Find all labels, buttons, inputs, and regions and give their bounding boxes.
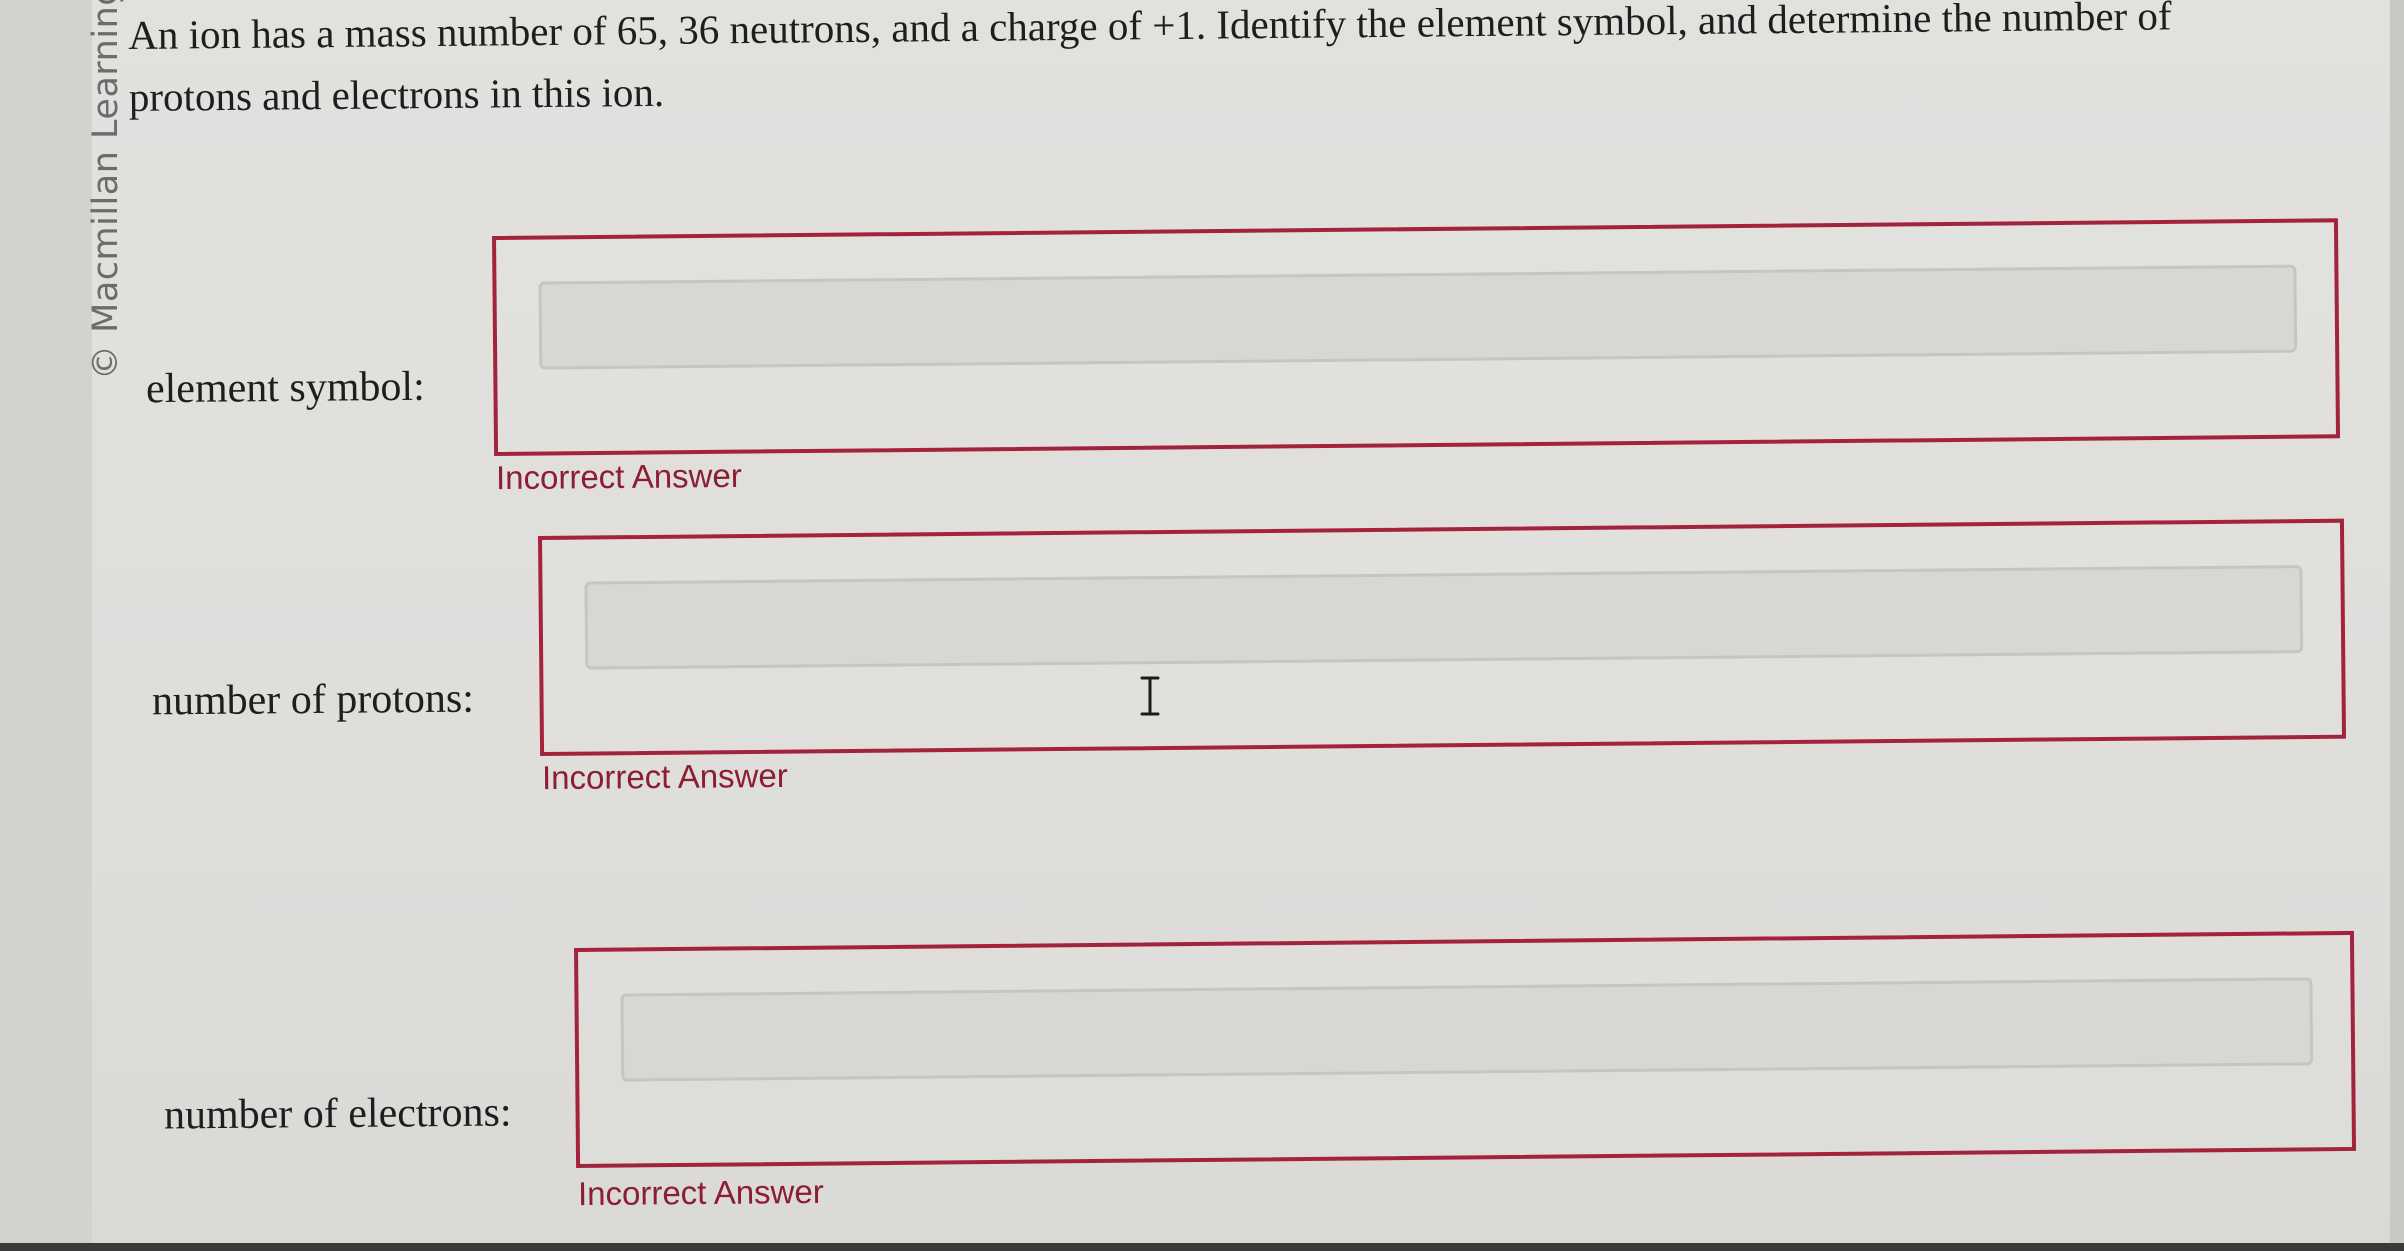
panel-edge xyxy=(2390,0,2404,1251)
electrons-label: number of electrons: xyxy=(163,1089,512,1139)
element-symbol-input[interactable] xyxy=(538,264,2298,370)
electrons-answer-frame xyxy=(574,930,2357,1168)
electrons-feedback: Incorrect Answer xyxy=(577,1172,824,1213)
screen-bottom-edge xyxy=(0,1243,2404,1251)
left-margin xyxy=(0,0,92,1251)
question-text: An ion has a mass number of 65, 36 neutr… xyxy=(128,0,2389,128)
screen: © Macmillan Learning An ion has a mass n… xyxy=(0,0,2404,1251)
protons-input[interactable] xyxy=(584,565,2304,670)
electrons-input[interactable] xyxy=(620,977,2314,1082)
protons-answer-frame xyxy=(538,518,2347,756)
protons-label: number of protons: xyxy=(151,675,475,725)
copyright-watermark: © Macmillan Learning xyxy=(86,0,126,380)
text-cursor-icon xyxy=(1140,676,1160,716)
element-symbol-feedback: Incorrect Answer xyxy=(495,456,742,497)
element-symbol-answer-frame xyxy=(492,218,2341,456)
element-symbol-label: element symbol: xyxy=(145,363,425,413)
protons-feedback: Incorrect Answer xyxy=(541,756,788,797)
